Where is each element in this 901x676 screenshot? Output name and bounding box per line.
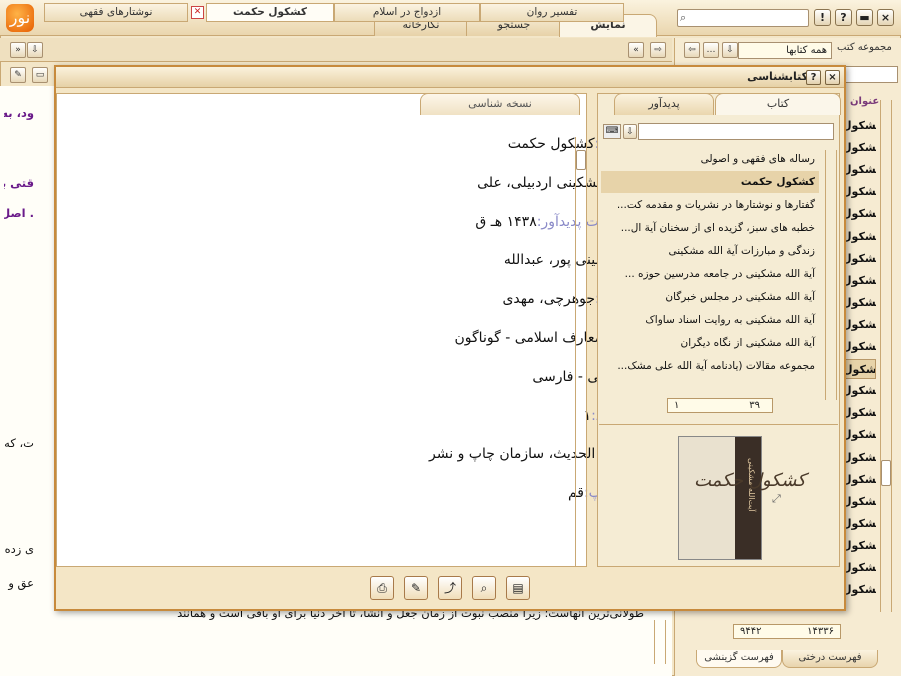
dialog-title-bar: کتابشناسی ? × bbox=[56, 67, 844, 88]
dialog-help-button[interactable]: ? bbox=[806, 70, 821, 85]
book-counter-current: ۱ bbox=[674, 400, 680, 411]
export-icon[interactable]: ⤴ bbox=[438, 576, 462, 600]
doc-line: عق و bbox=[8, 576, 34, 590]
list-item[interactable]: کشکول bbox=[842, 448, 876, 468]
list-item[interactable]: کشکول bbox=[842, 514, 876, 534]
book-counter-total: ۳۹ bbox=[749, 400, 760, 411]
close-button[interactable]: × bbox=[877, 9, 894, 26]
doc-tab-fiqh-writings[interactable]: نوشتارهای فقهی bbox=[44, 3, 188, 22]
alert-button[interactable]: ! bbox=[814, 9, 831, 26]
doc-line: قتی به bbox=[4, 176, 34, 190]
list-item[interactable]: کشکول bbox=[842, 182, 876, 202]
book-list-item[interactable]: آیة الله مشکینی در مجلس خبرگان bbox=[601, 286, 819, 308]
doc-tab-tafsir[interactable]: تفسیر روان bbox=[480, 3, 624, 22]
collection-select[interactable]: همه کتابها bbox=[738, 42, 832, 59]
field-value: امینی پور، عبدالله bbox=[503, 252, 607, 269]
dialog-toolbar: ⎙ ✎ ⤴ ⌕ ▤ bbox=[370, 576, 530, 604]
doc-close-icon[interactable]: ✕ bbox=[191, 6, 204, 19]
more-icon[interactable]: … bbox=[703, 42, 719, 58]
doc-tab-marriage[interactable]: ازدواج در اسلام bbox=[334, 3, 480, 22]
list-item[interactable]: کشکول bbox=[842, 580, 876, 600]
book-counter: ۱ ۳۹ bbox=[667, 398, 773, 413]
counter-current: ۹۴۴۲ bbox=[740, 626, 762, 637]
tool-icon[interactable]: ✎ bbox=[10, 67, 26, 83]
counter-total: ۱۴۳۳۶ bbox=[807, 626, 834, 637]
app-logo[interactable]: نور bbox=[6, 4, 34, 32]
keyboard-icon[interactable]: ⌨ bbox=[603, 124, 621, 139]
back-arrow-icon[interactable]: ⇦ bbox=[684, 42, 700, 58]
doc-line: ت، که bbox=[4, 436, 34, 450]
doc-line: ود، به bbox=[4, 106, 34, 120]
dialog-title: کتابشناسی bbox=[747, 70, 808, 83]
list-item[interactable]: کشکول bbox=[842, 227, 876, 247]
down-arrow-icon[interactable]: ⇩ bbox=[623, 124, 637, 139]
doc-tab-kashkool[interactable]: کشکول حکمت bbox=[206, 3, 334, 22]
list-item[interactable]: کشکول bbox=[842, 204, 876, 224]
list-scrollbar[interactable] bbox=[880, 100, 892, 612]
double-chevron-icon[interactable]: « bbox=[628, 42, 644, 58]
global-search-input[interactable]: ⌕ bbox=[677, 9, 809, 27]
help-button[interactable]: ? bbox=[835, 9, 852, 26]
list-item[interactable]: کشکول bbox=[842, 470, 876, 490]
details-scrollbar[interactable] bbox=[575, 137, 587, 567]
book-list-item[interactable]: مجموعه مقالات (یادنامه آیة الله علی مشک.… bbox=[601, 355, 819, 377]
book-list-item[interactable]: کشکول حکمت bbox=[601, 171, 819, 193]
field-value: ۱۴۳۸ هـ ق bbox=[475, 213, 537, 230]
list-item[interactable]: کشکول bbox=[842, 315, 876, 335]
down-arrow-icon[interactable]: ⇩ bbox=[27, 42, 43, 58]
tab-manuscript[interactable]: نسخه شناسی bbox=[420, 93, 580, 115]
field-value: دار الحدیث، سازمان چاپ و نشر bbox=[429, 446, 617, 463]
book-list-item[interactable]: آیة الله مشکینی در جامعه مدرسین حوزه ... bbox=[601, 263, 819, 285]
book-search-input[interactable] bbox=[638, 123, 834, 140]
list-column-header: عنوان bbox=[850, 96, 880, 107]
double-chevron-icon[interactable]: » bbox=[10, 42, 26, 58]
doc-scrollbar[interactable] bbox=[654, 620, 666, 664]
book-list-item[interactable]: آیة الله مشکینی از نگاه دیگران bbox=[601, 332, 819, 354]
print-icon[interactable]: ⎙ bbox=[370, 576, 394, 600]
view-icon[interactable]: ▭ bbox=[32, 67, 48, 83]
list-item[interactable]: کشکول bbox=[842, 160, 876, 180]
search-icon: ⌕ bbox=[680, 11, 687, 24]
list-item[interactable]: کشکول bbox=[842, 337, 876, 357]
cover-subtitle: آیت‌الله مشکینی bbox=[747, 458, 756, 512]
search-icon[interactable]: ⌕ bbox=[472, 576, 496, 600]
list-item[interactable]: کشکول bbox=[842, 271, 876, 291]
document-tab-bar bbox=[0, 38, 672, 62]
expand-icon[interactable]: ⤢ bbox=[772, 492, 781, 506]
details-scroll-thumb[interactable] bbox=[576, 150, 586, 170]
book-list-item[interactable]: رساله های فقهی و اصولی bbox=[601, 148, 819, 170]
list-item[interactable]: کشکول bbox=[842, 293, 876, 313]
list-item[interactable]: کشکول bbox=[842, 381, 876, 401]
collection-label: مجموعه کتب bbox=[837, 42, 892, 53]
pane-divider bbox=[599, 424, 838, 425]
list-item[interactable]: کشکول bbox=[842, 116, 876, 136]
down-arrow-icon[interactable]: ⇩ bbox=[722, 42, 738, 58]
dialog-close-button[interactable]: × bbox=[825, 70, 840, 85]
doc-line: ی زده bbox=[4, 542, 34, 556]
book-list-item[interactable]: خطبه های سبز، گزیده ای از سخنان آیة ال..… bbox=[601, 217, 819, 239]
tab-selective-index[interactable]: فهرست گزینشی bbox=[696, 650, 782, 668]
list-scroll-thumb[interactable] bbox=[881, 460, 891, 486]
note-icon[interactable]: ▤ bbox=[506, 576, 530, 600]
list-item[interactable]: کشکول bbox=[842, 403, 876, 423]
list-counter: ۹۴۴۲ ۱۴۳۳۶ bbox=[733, 624, 841, 639]
list-item[interactable]: کشکول bbox=[842, 536, 876, 556]
book-list-item[interactable]: زندگی و مبارزات آیة الله مشکینی bbox=[601, 240, 819, 262]
book-list-item[interactable]: آیة الله مشکینی به روایت اسناد ساواک bbox=[601, 309, 819, 331]
edit-icon[interactable]: ✎ bbox=[404, 576, 428, 600]
forward-arrow-icon[interactable]: ⇨ bbox=[650, 42, 666, 58]
doc-line: . اصل bbox=[4, 206, 34, 220]
list-item[interactable]: کشکول bbox=[842, 359, 876, 380]
minimize-button[interactable]: ▬ bbox=[856, 9, 873, 26]
tab-tree-index[interactable]: فهرست درختی bbox=[782, 650, 878, 668]
book-list-scrollbar[interactable] bbox=[825, 150, 837, 400]
tab-book[interactable]: کتاب bbox=[715, 93, 841, 115]
list-item[interactable]: کشکول bbox=[842, 558, 876, 578]
tab-author[interactable]: پدیدآور bbox=[614, 93, 714, 115]
list-item[interactable]: کشکول bbox=[842, 138, 876, 158]
list-item[interactable]: کشکول bbox=[842, 492, 876, 512]
book-list-item[interactable]: گفتارها و نوشتارها در نشریات و مقدمه کت.… bbox=[601, 194, 819, 216]
list-item[interactable]: کشکول bbox=[842, 249, 876, 269]
list-item[interactable]: کشکول bbox=[842, 425, 876, 445]
